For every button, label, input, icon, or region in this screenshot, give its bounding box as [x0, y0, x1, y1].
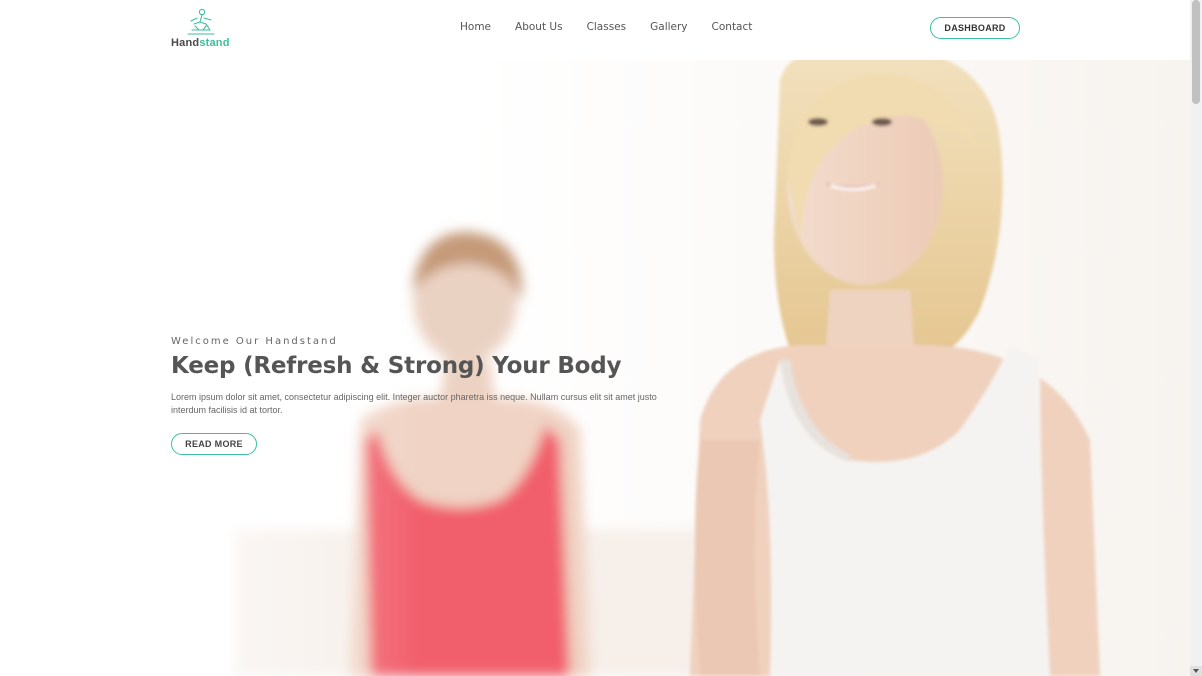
yoga-pose-icon — [187, 8, 215, 35]
scrollbar-thumb[interactable] — [1192, 0, 1200, 104]
brand-name-part1: Hand — [171, 37, 200, 49]
site-header: Handstand Home About Us Classes Gallery … — [0, 0, 1190, 60]
nav-item-contact[interactable]: Contact — [700, 19, 765, 35]
nav-item-gallery[interactable]: Gallery — [638, 19, 699, 35]
main-nav: Home About Us Classes Gallery Contact — [448, 19, 764, 35]
brand-name-part2: stand — [199, 37, 230, 49]
hero-headline: Keep (Refresh & Strong) Your Body — [171, 353, 622, 379]
read-more-button[interactable]: READ MORE — [171, 433, 257, 455]
site-logo[interactable]: Handstand — [171, 8, 241, 52]
nav-item-classes[interactable]: Classes — [575, 19, 639, 35]
scroll-down-arrow-icon[interactable] — [1190, 666, 1202, 676]
page: Handstand Home About Us Classes Gallery … — [0, 0, 1202, 676]
page-scrollbar[interactable] — [1190, 0, 1202, 676]
nav-item-about-us[interactable]: About Us — [503, 19, 575, 35]
dashboard-button[interactable]: DASHBOARD — [930, 17, 1020, 39]
hero-eyebrow: Welcome Our Handstand — [171, 336, 338, 347]
hero-content: Welcome Our Handstand Keep (Refresh & St… — [171, 336, 671, 417]
brand-name: Handstand — [171, 37, 230, 49]
hero-lead-text: Lorem ipsum dolor sit amet, consectetur … — [171, 392, 657, 415]
nav-item-home[interactable]: Home — [448, 19, 503, 35]
